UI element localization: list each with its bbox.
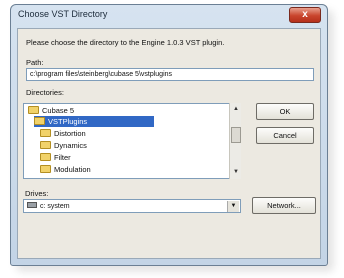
close-icon: x (302, 9, 308, 20)
path-field[interactable]: c:\program files\steinberg\cubase 5\vstp… (26, 68, 314, 81)
drives-label: Drives: (25, 189, 49, 198)
drives-combobox[interactable]: c: system ▼ (23, 199, 241, 213)
folder-icon (40, 129, 51, 137)
title-bar[interactable]: Choose VST Directory x (11, 5, 327, 27)
directories-list[interactable]: Cubase 5 VSTPlugins Distortion Dynamics … (23, 103, 241, 179)
window-title: Choose VST Directory (18, 9, 108, 19)
list-item-label: Distortion (54, 129, 86, 138)
folder-icon (34, 117, 45, 125)
folder-icon (40, 165, 51, 173)
list-item-selected[interactable]: VSTPlugins (34, 116, 154, 127)
chevron-down-icon[interactable]: ▼ (227, 201, 239, 212)
ok-button[interactable]: OK (256, 103, 314, 120)
list-item-label: Modulation (54, 165, 91, 174)
drives-selected: c: system (40, 203, 70, 210)
list-item[interactable]: Dynamics (40, 140, 180, 151)
list-item[interactable]: Modulation (40, 164, 180, 175)
scroll-up-icon[interactable]: ▲ (231, 104, 241, 114)
network-button[interactable]: Network... (252, 197, 316, 214)
list-item-label: Filter (54, 153, 71, 162)
drive-icon (27, 202, 37, 208)
list-item[interactable]: Distortion (40, 128, 180, 139)
directories-scrollbar[interactable]: ▲ ▼ (229, 103, 241, 179)
scroll-down-icon[interactable]: ▼ (231, 167, 241, 177)
list-item-label: VSTPlugins (48, 117, 88, 126)
list-item-label: Dynamics (54, 141, 87, 150)
prompt-text: Please choose the directory to the Engin… (26, 38, 225, 47)
folder-icon (40, 153, 51, 161)
folder-icon (40, 141, 51, 149)
path-label: Path: (26, 58, 44, 67)
list-item[interactable]: Filter (40, 152, 180, 163)
list-item[interactable]: Cubase 5 (28, 105, 168, 116)
cancel-button[interactable]: Cancel (256, 127, 314, 144)
directories-label: Directories: (26, 88, 64, 97)
folder-icon (28, 106, 39, 114)
dialog-window: Choose VST Directory x Please choose the… (10, 4, 328, 266)
list-item-label: Cubase 5 (42, 106, 75, 115)
close-button[interactable]: x (289, 7, 321, 23)
scroll-thumb[interactable] (231, 127, 241, 143)
